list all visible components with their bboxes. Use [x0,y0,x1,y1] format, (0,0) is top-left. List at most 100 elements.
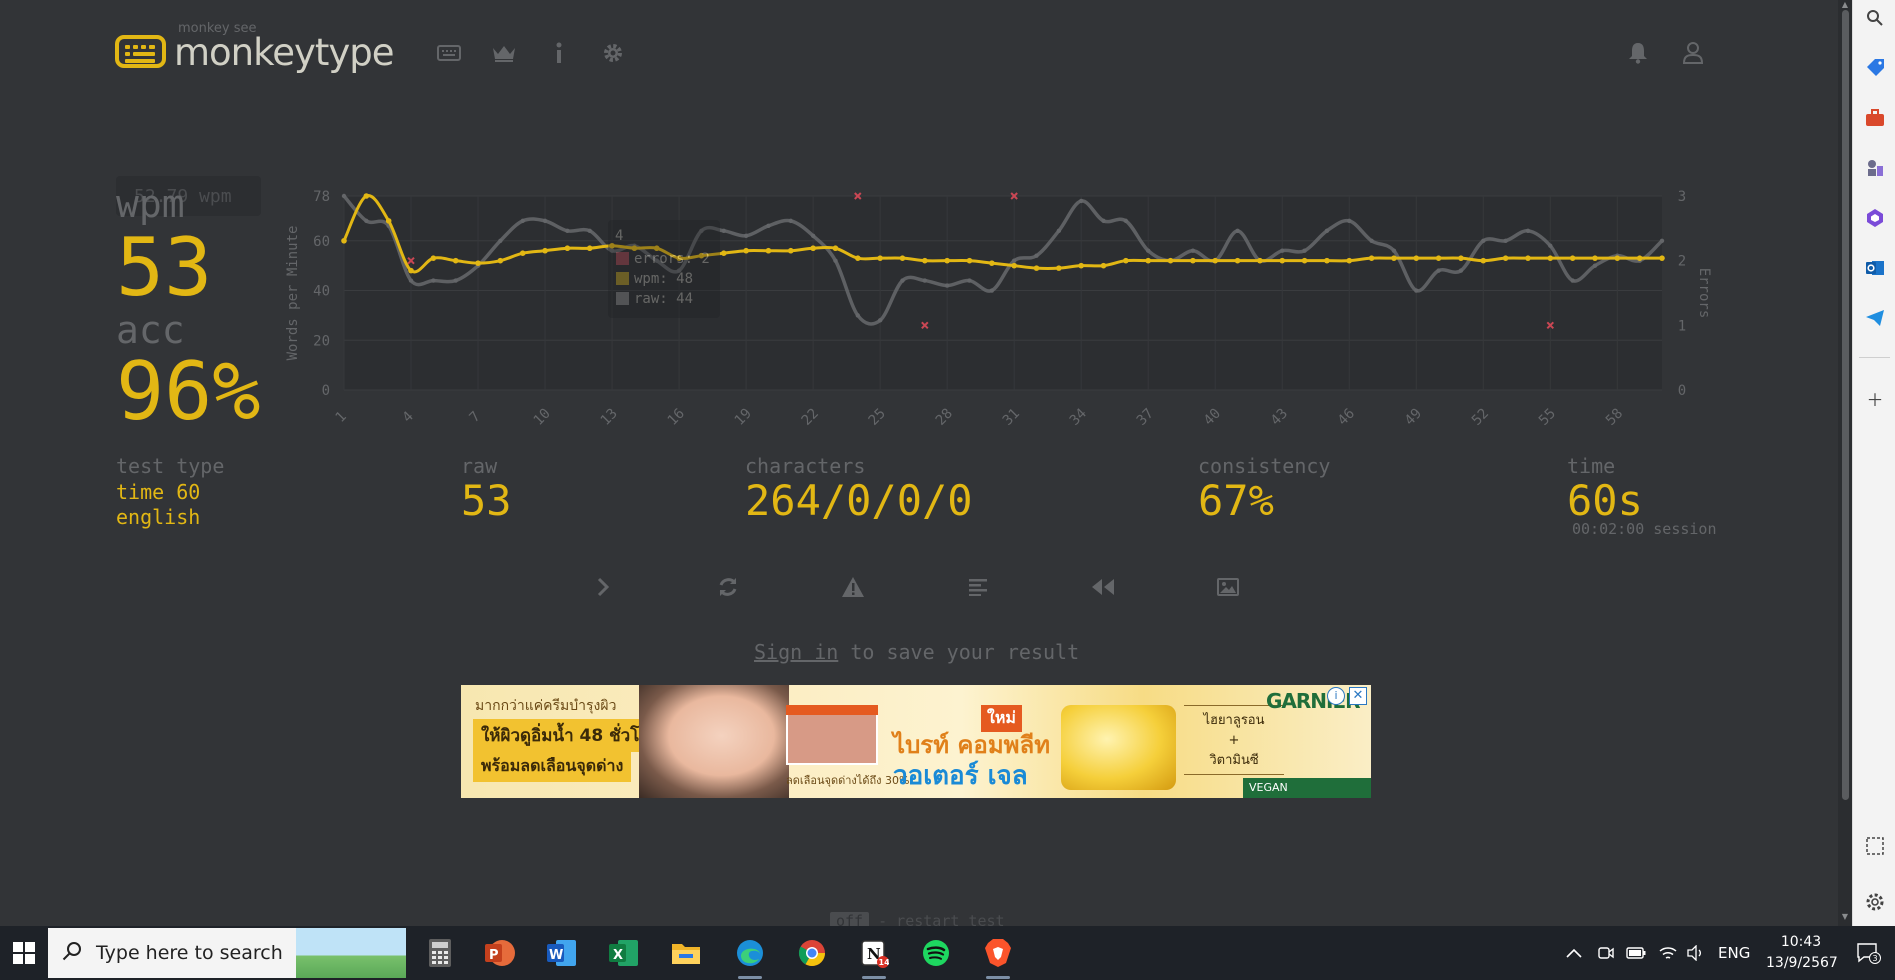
point-raw[interactable] [810,233,816,238]
point-raw[interactable] [431,278,436,283]
point-raw[interactable] [1436,268,1441,273]
point-raw[interactable] [989,288,995,293]
point-wpm[interactable] [1413,255,1420,261]
point-raw[interactable] [1146,248,1151,253]
repeat-test-button[interactable] [713,572,743,602]
notification-bell-icon[interactable] [1625,40,1651,66]
point-wpm[interactable] [1659,255,1665,261]
wifi-icon[interactable] [1658,926,1678,980]
point-wpm[interactable] [1569,255,1576,261]
screenshot-capture-icon[interactable] [1863,834,1887,858]
point-wpm[interactable] [586,245,593,252]
point-raw[interactable] [498,238,503,243]
point-raw[interactable] [1414,288,1419,293]
point-raw[interactable] [1659,238,1665,243]
point-wpm[interactable] [341,237,347,244]
point-wpm[interactable] [497,257,504,264]
calculator-app-icon[interactable] [422,935,458,971]
wpm-chart[interactable]: 020406078 0123 1 4 7 10 13 16 19 22 25 28 31 34 37 40… [280,180,1720,435]
info-icon[interactable] [546,40,572,66]
point-wpm[interactable] [743,247,749,254]
taskbar-clock[interactable]: 10:43 13/9/2567 [1766,932,1838,974]
point-wpm[interactable] [1525,255,1531,261]
point-raw[interactable] [1458,268,1464,273]
point-wpm[interactable] [1190,257,1196,264]
point-wpm[interactable] [810,245,816,252]
point-raw[interactable] [743,233,749,238]
point-wpm[interactable] [1346,257,1353,264]
point-wpm[interactable] [519,250,526,257]
point-raw[interactable] [1056,228,1062,234]
point-wpm[interactable] [720,250,727,257]
point-wpm[interactable] [1480,257,1487,264]
ad-close-icon[interactable]: ✕ [1349,687,1367,705]
keyboard-icon[interactable] [436,40,462,66]
search-icon[interactable] [1863,6,1887,30]
start-button[interactable] [0,926,48,980]
account-user-icon[interactable] [1680,40,1706,66]
point-raw[interactable] [520,218,525,224]
ad-info-icon[interactable]: i [1327,687,1345,705]
point-wpm[interactable] [966,257,973,264]
point-raw[interactable] [1190,248,1196,253]
practice-words-button[interactable] [838,572,868,602]
point-wpm[interactable] [989,260,995,266]
point-wpm[interactable] [385,218,392,224]
point-raw[interactable] [788,218,793,224]
point-wpm[interactable] [787,247,794,254]
add-plus-icon[interactable]: ＋ [1863,386,1887,411]
point-raw[interactable] [1391,248,1397,253]
point-wpm[interactable] [564,245,571,252]
point-raw[interactable] [1369,238,1374,243]
point-wpm[interactable] [1636,255,1643,261]
point-raw[interactable] [855,313,860,318]
sign-in-link[interactable]: Sign in [754,640,838,664]
point-raw[interactable] [900,278,905,283]
scroll-down-arrow-icon[interactable]: ▼ [1840,912,1850,921]
settings-gear-icon[interactable] [600,40,626,66]
point-raw[interactable] [341,193,347,199]
point-raw[interactable] [967,278,972,283]
taskbar-search-box[interactable]: Type here to search [48,928,406,978]
point-wpm[interactable] [1391,255,1397,261]
point-wpm[interactable] [1145,257,1152,264]
point-raw[interactable] [1324,228,1330,234]
point-wpm[interactable] [1614,255,1621,261]
crown-icon[interactable] [491,40,517,66]
battery-icon[interactable] [1626,926,1646,980]
point-wpm[interactable] [899,255,906,261]
point-wpm[interactable] [1212,257,1219,264]
point-raw[interactable] [1123,218,1129,224]
tools-briefcase-icon[interactable] [1863,106,1887,130]
point-wpm[interactable] [1123,257,1129,264]
spotify-app-icon[interactable] [918,935,954,971]
chrome-app-icon[interactable] [794,935,830,971]
point-raw[interactable] [1481,238,1486,243]
point-raw[interactable] [1570,278,1575,283]
point-raw[interactable] [922,278,928,283]
point-wpm[interactable] [1368,255,1375,261]
point-raw[interactable] [453,278,458,283]
point-wpm[interactable] [854,255,861,261]
point-raw[interactable] [721,228,726,234]
point-raw[interactable] [1280,248,1285,253]
next-test-button[interactable] [588,572,618,602]
point-raw[interactable] [1548,243,1553,248]
point-wpm[interactable] [1301,257,1308,264]
point-raw[interactable] [408,278,414,283]
point-raw[interactable] [587,228,592,234]
telegram-send-icon[interactable] [1863,306,1887,330]
point-wpm[interactable] [408,267,414,274]
scrollbar-thumb[interactable] [1842,10,1849,800]
games-chess-icon[interactable] [1863,156,1887,180]
file-explorer-app-icon[interactable] [668,935,704,971]
watch-replay-button[interactable] [1088,572,1118,602]
point-raw[interactable] [877,318,883,323]
point-raw[interactable] [833,258,838,263]
point-raw[interactable] [364,218,369,224]
point-raw[interactable] [1078,198,1084,204]
point-wpm[interactable] [430,255,437,261]
point-wpm[interactable] [1011,262,1017,269]
point-raw[interactable] [1034,253,1039,258]
point-raw[interactable] [1347,218,1352,224]
